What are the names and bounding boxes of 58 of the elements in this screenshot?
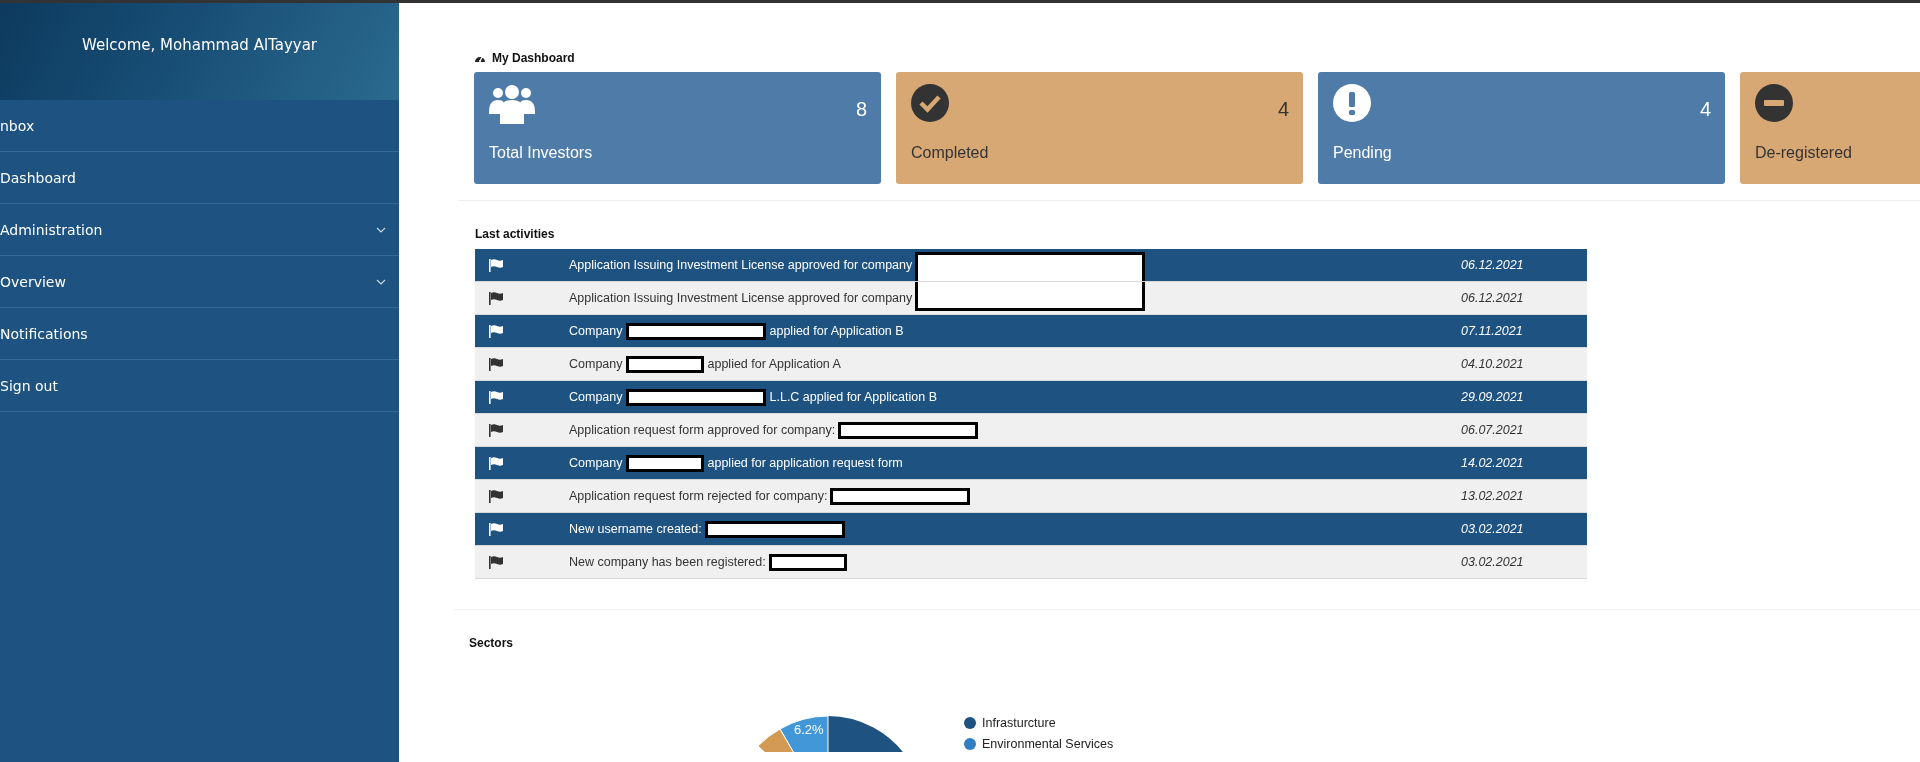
stat-value: 4 [1699, 98, 1711, 121]
activity-row[interactable]: New username created: 03.02.2021 [475, 513, 1587, 546]
activity-row[interactable]: Application Issuing Investment License approved for company 06.12.2021 [475, 249, 1587, 282]
activity-text: L.L.C applied for Application B [769, 390, 937, 404]
activity-row[interactable]: Application request form rejected for company: 13.02.2021 [475, 480, 1587, 513]
nav-item[interactable]: Notifications [0, 308, 399, 360]
legend-label: Environmental Services [982, 737, 1114, 751]
stat-card[interactable]: 4 Completed [896, 72, 1303, 184]
activity-text: New username created: [569, 522, 702, 536]
activity-row[interactable]: Company L.L.C applied for Application B 29.09.2021 [475, 381, 1587, 414]
activity-row[interactable]: New company has been registered: 03.02.2021 [475, 546, 1587, 579]
stat-label: De-registered [1755, 144, 1853, 162]
stat-card[interactable]: 8 Total Investors [474, 72, 881, 184]
activity-row[interactable]: Company applied for application request form 14.02.2021 [475, 447, 1587, 480]
stat-label: Total Investors [489, 144, 594, 162]
activity-text: Company [569, 456, 623, 470]
section-title: Sectors [469, 636, 515, 650]
activity-date: 14.02.2021 [1461, 456, 1525, 470]
stat-card[interactable]: 4 Pending [1318, 72, 1725, 184]
activity-text: Application Issuing Investment License approved for company [569, 258, 913, 272]
section-title: Last activities [475, 227, 556, 241]
nav-item[interactable]: Overview [0, 256, 399, 308]
activity-text: applied for Application B [769, 324, 904, 338]
stat-label: Completed [911, 144, 990, 162]
activity-text: Application Issuing Investment License approved for company [569, 291, 913, 305]
stat-card[interactable]: De-registered [1740, 72, 1920, 184]
activity-date: 06.12.2021 [1461, 258, 1525, 272]
stat-value: 4 [1277, 98, 1289, 121]
nav-item[interactable]: nbox [0, 100, 399, 152]
activity-row[interactable]: Company applied for Application B 07.11.2021 [475, 315, 1587, 348]
activity-row[interactable]: Application request form approved for company: 06.07.2021 [475, 414, 1587, 447]
activity-date: 29.09.2021 [1461, 390, 1525, 404]
section-title: My Dashboard [492, 51, 575, 65]
activity-date: 07.11.2021 [1461, 324, 1524, 338]
legend-label: Infrasturcture [982, 716, 1056, 730]
stat-value: 8 [855, 98, 867, 121]
activity-date: 03.02.2021 [1461, 522, 1525, 536]
activity-date: 06.07.2021 [1461, 423, 1525, 437]
stat-label: Pending [1333, 144, 1393, 162]
activity-text: Company [569, 357, 623, 371]
slice-label: 6.2% [794, 722, 824, 737]
activity-text: Application request form rejected for company: [569, 489, 828, 503]
activity-row[interactable]: Company applied for Application A 04.10.2021 [475, 348, 1587, 381]
activity-text: applied for application request form [707, 456, 903, 470]
activity-text: Company [569, 324, 623, 338]
nav-item[interactable]: Dashboard [0, 152, 399, 204]
activity-date: 06.12.2021 [1461, 291, 1525, 305]
activity-row[interactable]: Application Issuing Investment License approved for company 06.12.2021 [475, 282, 1587, 315]
activity-date: 03.02.2021 [1461, 555, 1525, 569]
nav-item[interactable]: Administration [0, 204, 399, 256]
activity-text: Company [569, 390, 623, 404]
activity-text: New company has been registered: [569, 555, 766, 569]
nav-item[interactable]: Sign out [0, 360, 399, 412]
welcome-text: Welcome, Mohammad AlTayyar [81, 36, 318, 54]
activity-text: Application request form approved for company: [569, 423, 836, 437]
activity-text: applied for Application A [707, 357, 841, 371]
activity-date: 13.02.2021 [1461, 489, 1525, 503]
activity-date: 04.10.2021 [1461, 357, 1525, 371]
